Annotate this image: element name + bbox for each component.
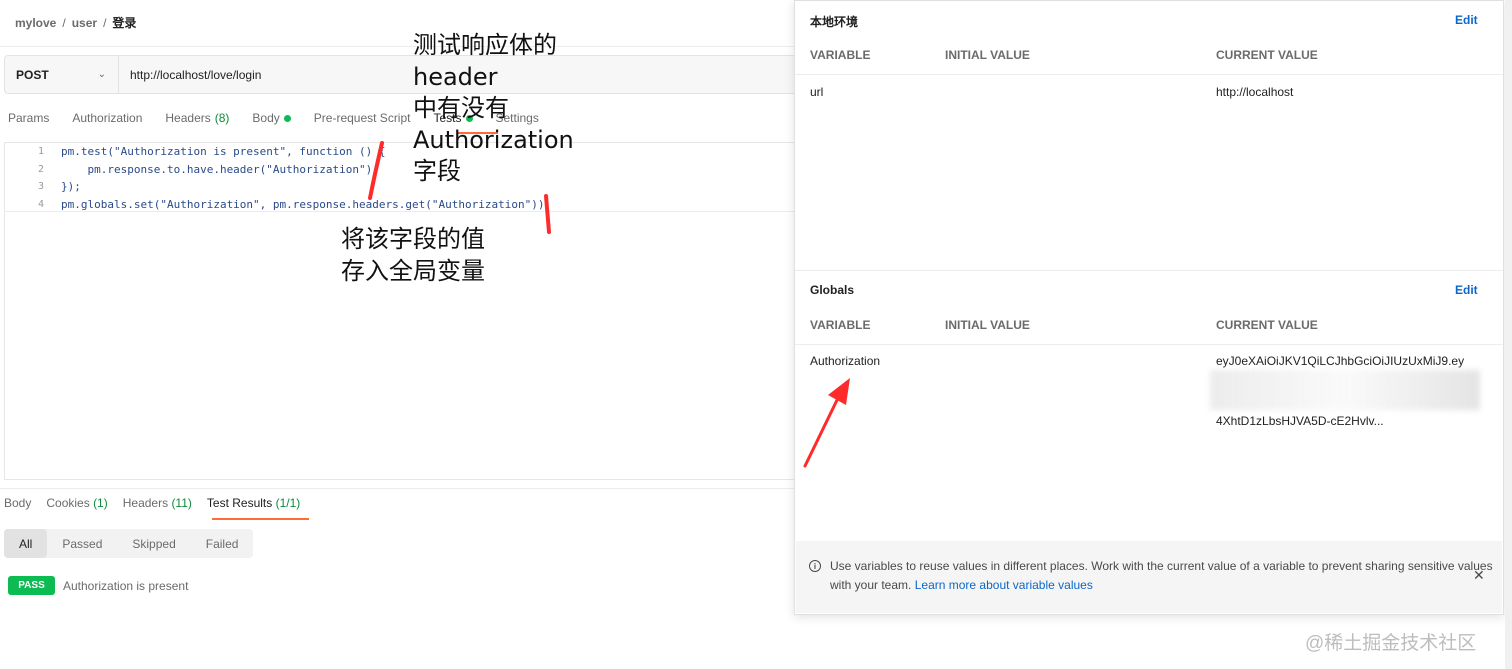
annotation-text-top: 测试响应体的 header 中有没有 Authorization 字段: [413, 31, 574, 185]
red-arrowhead-icon: [828, 378, 850, 405]
annotation-text-bottom: 将该字段的值 存入全局变量: [341, 225, 485, 285]
postman-window: mylove / user / 登录 POST ⌄ http://localho…: [0, 0, 1512, 669]
red-mark: [368, 141, 384, 200]
red-mark: [544, 194, 551, 234]
annotation-marks: [368, 141, 850, 468]
red-arrow-icon: [803, 396, 840, 468]
watermark: @稀土掘金技术社区: [1305, 633, 1477, 654]
